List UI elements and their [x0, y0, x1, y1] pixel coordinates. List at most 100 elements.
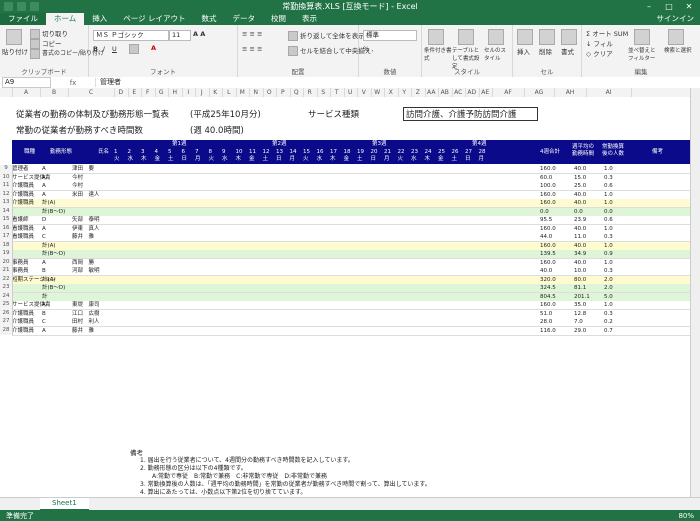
column-header[interactable]: F	[141, 88, 156, 97]
row-number[interactable]: 12	[0, 190, 13, 199]
paste-icon[interactable]	[6, 29, 22, 45]
spreadsheet-grid[interactable]: 従業者の勤務の体制及び勤務形態一覧表 (平成25年10月分) サービス種類 訪問…	[0, 97, 690, 497]
maximize-button[interactable]: □	[660, 0, 678, 13]
column-header[interactable]: AD	[465, 88, 480, 97]
column-header[interactable]: T	[330, 88, 345, 97]
close-button[interactable]: ✕	[680, 0, 698, 13]
column-header[interactable]: C	[68, 88, 115, 97]
column-header[interactable]: A	[12, 88, 41, 97]
column-header[interactable]: G	[155, 88, 169, 97]
row-number[interactable]: 22	[0, 275, 13, 284]
column-header[interactable]: S	[317, 88, 331, 97]
clear-button[interactable]: ◇ クリア	[586, 48, 613, 58]
signin-link[interactable]: サインイン	[657, 13, 700, 25]
tab-review[interactable]: 校閲	[263, 13, 294, 25]
table-format-icon[interactable]	[458, 29, 474, 45]
align-left-button[interactable]: ≡ ≡ ≡	[242, 45, 262, 53]
format-cells-icon[interactable]	[561, 29, 577, 45]
column-header[interactable]: R	[303, 88, 318, 97]
row-number[interactable]: 21	[0, 267, 13, 276]
column-header[interactable]: D	[114, 88, 129, 97]
insert-cells-icon[interactable]	[517, 29, 533, 45]
name-box[interactable]: A9	[2, 77, 51, 88]
row-number[interactable]: 16	[0, 224, 13, 233]
tab-page-layout[interactable]: ページ レイアウト	[115, 13, 193, 25]
bold-button[interactable]: B	[93, 45, 98, 53]
column-header[interactable]: I	[182, 88, 196, 97]
fx-icon[interactable]: fx	[51, 79, 95, 87]
column-header[interactable]: AA	[425, 88, 439, 97]
row-number[interactable]: 17	[0, 233, 13, 242]
column-header[interactable]: L	[222, 88, 237, 97]
column-header[interactable]: M	[236, 88, 250, 97]
row-number[interactable]: 19	[0, 250, 13, 259]
row-number[interactable]: 23	[0, 284, 13, 293]
column-header[interactable]: O	[263, 88, 277, 97]
sort-filter-button[interactable]: 並べ替えとフィルター	[628, 46, 660, 62]
column-header[interactable]: AB	[438, 88, 453, 97]
row-number[interactable]: 18	[0, 241, 13, 250]
conditional-format-button[interactable]: 条件付き書式	[424, 46, 452, 62]
cell-style-button[interactable]: セルのスタイル	[484, 46, 510, 62]
column-header[interactable]: K	[209, 88, 223, 97]
underline-button[interactable]: U	[112, 45, 117, 53]
row-number[interactable]: 28	[0, 326, 13, 335]
column-header[interactable]: Z	[411, 88, 426, 97]
column-header[interactable]: AC	[452, 88, 466, 97]
tab-file[interactable]: ファイル	[0, 13, 46, 25]
cell-style-icon[interactable]	[488, 29, 504, 45]
percent-button[interactable]: % ,	[363, 45, 373, 53]
delete-cells-button[interactable]: 削除	[539, 46, 552, 56]
tab-formulas[interactable]: 数式	[194, 13, 225, 25]
tab-insert[interactable]: 挿入	[84, 13, 115, 25]
row-number[interactable]: 27	[0, 318, 13, 327]
column-header[interactable]: N	[249, 88, 264, 97]
italic-button[interactable]: I	[103, 45, 105, 53]
font-color-button[interactable]: A	[151, 44, 156, 52]
column-header[interactable]: Y	[398, 88, 412, 97]
column-header[interactable]: AE	[479, 88, 493, 97]
column-header[interactable]: AF	[492, 88, 525, 97]
format-cells-button[interactable]: 書式	[561, 46, 574, 56]
tab-home[interactable]: ホーム	[46, 13, 85, 25]
column-header[interactable]: V	[357, 88, 372, 97]
sort-filter-icon[interactable]	[634, 29, 650, 45]
fill-button[interactable]: ↓ フィル	[586, 38, 613, 48]
column-header[interactable]: Q	[290, 88, 304, 97]
formula-input[interactable]: 管理者	[95, 78, 700, 87]
row-number[interactable]: 10	[0, 173, 13, 182]
insert-cells-button[interactable]: 挿入	[517, 46, 530, 56]
row-number[interactable]: 26	[0, 309, 13, 318]
column-header[interactable]: H	[168, 88, 183, 97]
column-header[interactable]: AG	[524, 88, 555, 97]
row-number[interactable]: 20	[0, 258, 13, 267]
delete-cells-icon[interactable]	[539, 29, 555, 45]
row-number[interactable]: 13	[0, 199, 13, 208]
row-number[interactable]: 24	[0, 292, 13, 301]
align-top-button[interactable]: ≡ ≡ ≡	[242, 30, 262, 38]
row-number[interactable]: 11	[0, 182, 13, 191]
paste-button[interactable]: 貼り付け	[2, 46, 28, 56]
vertical-scrollbar[interactable]	[690, 88, 700, 497]
tab-view[interactable]: 表示	[294, 13, 325, 25]
font-name-select[interactable]: ＭＳ Ｐゴシック	[93, 30, 169, 41]
column-header[interactable]: AI	[586, 88, 632, 97]
zoom-level[interactable]: 80%	[678, 512, 700, 520]
tab-data[interactable]: データ	[225, 13, 264, 25]
row-number[interactable]: 9	[0, 165, 13, 174]
column-header[interactable]: X	[384, 88, 399, 97]
row-number[interactable]: 25	[0, 301, 13, 310]
column-header[interactable]: W	[371, 88, 385, 97]
number-format-select[interactable]: 標準	[363, 30, 417, 41]
column-header[interactable]: J	[195, 88, 210, 97]
find-select-button[interactable]: 検索と選択	[664, 46, 694, 54]
table-row[interactable]: 介護職員 A 藤井 雅 116.0 29.0 0.7	[12, 326, 690, 336]
column-header[interactable]: B	[40, 88, 69, 97]
conditional-format-icon[interactable]	[428, 29, 444, 45]
autosum-button[interactable]: Σ オート SUM	[586, 28, 628, 38]
border-button[interactable]	[129, 44, 141, 54]
row-number[interactable]: 15	[0, 216, 13, 225]
minimize-button[interactable]: –	[640, 0, 658, 13]
font-size-select[interactable]: 11	[169, 30, 191, 41]
grow-font-button[interactable]: A A	[193, 30, 205, 38]
